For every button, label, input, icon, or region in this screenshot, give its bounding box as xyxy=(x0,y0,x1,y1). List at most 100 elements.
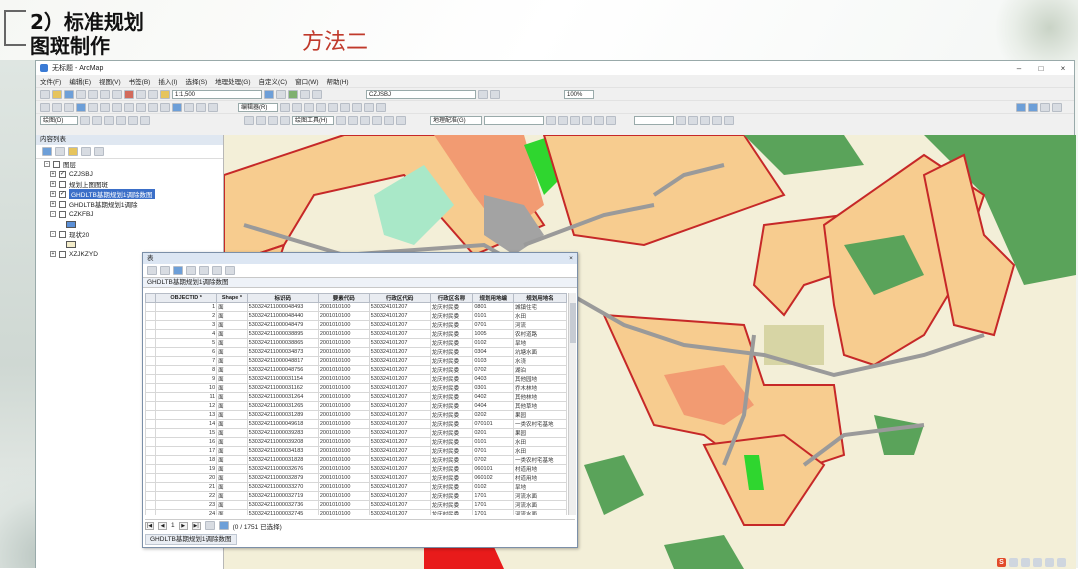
row-selector[interactable] xyxy=(145,473,157,483)
search-input[interactable] xyxy=(634,115,674,125)
table-cell[interactable]: 龙庆村民委 xyxy=(429,383,474,393)
menu-windows[interactable]: 窗口(W) xyxy=(295,76,318,86)
layer-icon[interactable] xyxy=(256,115,266,125)
new-icon[interactable] xyxy=(40,89,50,99)
microphone-icon[interactable] xyxy=(1033,558,1042,567)
table-cell[interactable]: 6 xyxy=(155,347,218,357)
table-cell[interactable]: 18 xyxy=(155,455,218,465)
table-cell[interactable]: 2001010100 xyxy=(317,410,370,420)
table-cell[interactable]: 龙庆村民委 xyxy=(429,491,474,501)
close-icon[interactable]: × xyxy=(565,253,577,264)
table-cell[interactable]: 530324211000033270 xyxy=(246,482,319,492)
table-row[interactable]: 2 面 530324211000048440 2001010100 5303241012… xyxy=(145,311,567,321)
table-options-icon[interactable] xyxy=(147,266,157,275)
forward-extent-icon[interactable] xyxy=(124,102,134,112)
show-selected-records-icon[interactable] xyxy=(218,521,229,530)
menu-file[interactable]: 文件(F) xyxy=(40,76,61,86)
full-extent-icon[interactable] xyxy=(76,102,86,112)
column-header[interactable]: 要素代码 xyxy=(317,293,370,303)
table-cell[interactable]: 2001010100 xyxy=(317,320,370,330)
row-selector[interactable] xyxy=(145,383,157,393)
table-cell[interactable]: 2001010100 xyxy=(317,338,370,348)
table-row[interactable]: 16 面 530324211000039208 2001010100 530324101… xyxy=(145,437,567,447)
table-cell[interactable]: 0801 xyxy=(472,302,515,312)
table-cell[interactable]: 面 xyxy=(216,446,248,456)
select-features-icon[interactable] xyxy=(136,102,146,112)
toc-layer-planning-patches[interactable]: + 规划上图图斑 xyxy=(36,179,223,189)
table-cell[interactable]: 村道用地 xyxy=(513,473,567,483)
table-cell[interactable]: 2001010100 xyxy=(317,392,370,402)
rectangle-icon[interactable] xyxy=(116,115,126,125)
rotate-icon[interactable] xyxy=(352,102,362,112)
table-cell[interactable]: 530324211000034183 xyxy=(246,446,319,456)
table-cell[interactable]: 2001010100 xyxy=(317,374,370,384)
table-cell[interactable]: 23 xyxy=(155,500,218,510)
column-header[interactable]: 标识码 xyxy=(246,293,319,303)
table-cell[interactable]: 面 xyxy=(216,500,248,510)
table-row[interactable]: 21 面 530324211000033270 2001010100 530324101… xyxy=(145,482,567,492)
table-cell[interactable]: 2001010100 xyxy=(317,329,370,339)
row-selector[interactable] xyxy=(145,392,157,402)
drawing-tools-menu[interactable]: 绘图工具(H) xyxy=(292,115,334,125)
visibility-checkbox[interactable] xyxy=(59,250,66,258)
scale-icon[interactable] xyxy=(582,115,592,125)
back-extent-icon[interactable] xyxy=(112,102,122,112)
table-row[interactable]: 6 面 530324211000034873 2001010100 5303241012… xyxy=(145,347,567,357)
column-header[interactable]: 规划用地名 xyxy=(513,293,567,303)
edit-tool-icon[interactable] xyxy=(280,102,290,112)
table-cell[interactable]: 0102 xyxy=(472,338,515,348)
copy-icon[interactable] xyxy=(100,89,110,99)
table-cell[interactable]: 0304 xyxy=(472,347,515,357)
row-selector[interactable] xyxy=(145,401,157,411)
add-data-icon[interactable] xyxy=(160,89,170,99)
column-header[interactable]: 行政区代码 xyxy=(368,293,431,303)
menu-bookmarks[interactable]: 书签(B) xyxy=(129,76,151,86)
table-cell[interactable]: 面 xyxy=(216,482,248,492)
data-view-icon[interactable] xyxy=(1028,102,1038,112)
table-cell[interactable]: 530324211000038895 xyxy=(246,329,319,339)
table-cell[interactable]: 2001010100 xyxy=(317,446,370,456)
toc-layer-status[interactable]: - 现状20 xyxy=(36,229,223,239)
table-cell[interactable]: 河流水面 xyxy=(513,491,567,501)
table-cell[interactable]: 面 xyxy=(216,374,248,384)
overview-icon[interactable] xyxy=(724,115,734,125)
menu-geoprocessing[interactable]: 地理处理(G) xyxy=(215,76,250,86)
table-cell[interactable]: 面 xyxy=(216,410,248,420)
pause-icon[interactable] xyxy=(1052,102,1062,112)
menu-insert[interactable]: 插入(I) xyxy=(158,76,177,86)
related-tables-icon[interactable] xyxy=(160,266,170,275)
expand-icon[interactable]: + xyxy=(50,171,56,177)
row-selector[interactable] xyxy=(145,464,157,474)
align-icon[interactable] xyxy=(336,115,346,125)
sketch-properties-icon[interactable] xyxy=(376,102,386,112)
table-cell[interactable]: 坑塘水面 xyxy=(513,347,567,357)
table-cell[interactable]: 530324211000032676 xyxy=(246,464,319,474)
table-cell[interactable]: 530324211000031264 xyxy=(246,392,319,402)
table-cell[interactable]: 530324101207 xyxy=(368,428,431,438)
table-cell[interactable]: 530324101207 xyxy=(368,311,431,321)
table-cell[interactable]: 12 xyxy=(155,401,218,411)
open-icon[interactable] xyxy=(52,89,62,99)
delete-selected-icon[interactable] xyxy=(225,266,235,275)
python-icon[interactable] xyxy=(312,89,322,99)
georeferencing-menu[interactable]: 地理配准(G) xyxy=(430,115,482,125)
table-cell[interactable]: 龙庆村民委 xyxy=(429,473,474,483)
row-selector[interactable] xyxy=(145,329,157,339)
table-cell[interactable]: 乔木林地 xyxy=(513,383,567,393)
map-scale-select[interactable]: 1:1,500 xyxy=(172,89,262,99)
table-cell[interactable]: 5 xyxy=(155,338,218,348)
table-cell[interactable]: 面 xyxy=(216,356,248,366)
table-cell[interactable]: 面 xyxy=(216,428,248,438)
next-record-button[interactable]: ▶ xyxy=(178,521,188,530)
table-cell[interactable]: 水田 xyxy=(513,437,567,447)
redo-icon[interactable] xyxy=(148,89,158,99)
table-cell[interactable]: 龙庆村民委 xyxy=(429,410,474,420)
previous-record-button[interactable]: ◀ xyxy=(158,521,167,530)
table-cell[interactable]: 530324101207 xyxy=(368,482,431,492)
cut-icon[interactable] xyxy=(88,89,98,99)
table-cell[interactable]: 2001010100 xyxy=(317,302,370,312)
collapse-icon[interactable]: - xyxy=(44,161,50,167)
table-cell[interactable]: 湖泊 xyxy=(513,365,567,375)
table-cell[interactable]: 龙庆村民委 xyxy=(429,338,474,348)
table-cell[interactable]: 0702 xyxy=(472,365,515,375)
